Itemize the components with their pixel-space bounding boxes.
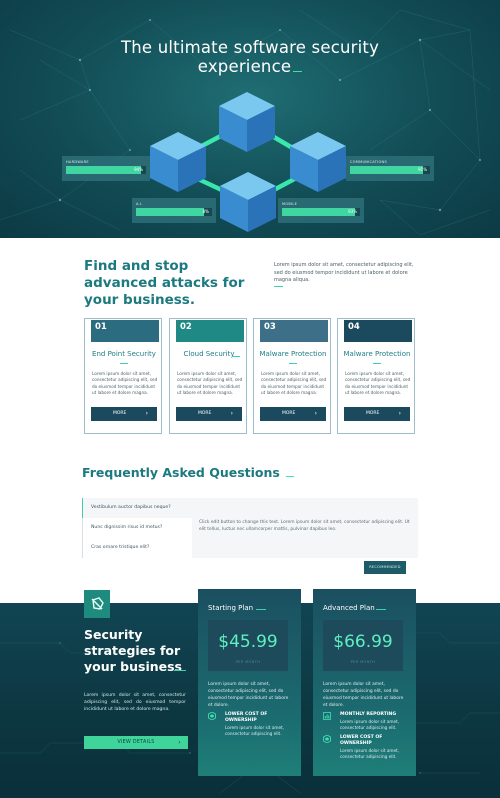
card-text: Lorem ipsum dolor sit amet, consectetur …: [261, 371, 327, 395]
service-card-malware-2: 04 Malware Protection Lorem ipsum dolor …: [337, 318, 415, 434]
stat-label: HARDWARE: [66, 160, 89, 164]
accent-dash: [376, 609, 386, 610]
faq-title-text: Frequently Asked Questions: [82, 465, 280, 480]
chevron-right-icon: ›: [178, 739, 181, 746]
cube-left: [150, 132, 206, 192]
card-text: Lorem ipsum dolor sit amet, consectetur …: [177, 371, 243, 395]
recommended-badge: RECOMMENDED: [364, 561, 406, 574]
plan-text: Lorem ipsum dolor sit amet, consectetur …: [208, 682, 289, 708]
hero-section: The ultimate software security experienc…: [0, 0, 500, 238]
service-card-cloud: 02 Cloud Security Lorem ipsum dolor sit …: [169, 318, 247, 434]
card-title: Malware Protection: [343, 350, 411, 358]
accent-dash: [289, 363, 297, 364]
service-card-malware-1: 03 Malware Protection Lorem ipsum dolor …: [253, 318, 331, 434]
service-cards: 01 End Point Security Lorem ipsum dolor …: [84, 318, 418, 434]
cursor-accent-bar: [293, 70, 303, 72]
report-chart-icon: [323, 712, 331, 720]
feature-text: Lorem ipsum dolor sit amet, consectetur …: [225, 725, 285, 737]
more-button[interactable]: MORE ›: [91, 407, 157, 421]
plan-period: PER MONTH: [350, 660, 376, 664]
more-button[interactable]: MORE ›: [176, 407, 242, 421]
more-button[interactable]: MORE ›: [260, 407, 326, 421]
more-label: MORE: [282, 411, 296, 416]
accent-dash: [232, 356, 240, 357]
faq-answer: Click edit button to change this text. L…: [199, 520, 410, 532]
stat-bar: 91%: [350, 166, 430, 174]
plan-price: $45.99: [218, 632, 278, 652]
card-title: End Point Security: [92, 350, 156, 358]
hero-title: The ultimate software security experienc…: [0, 38, 500, 76]
cube-bottom: [220, 172, 276, 232]
chevron-right-icon: ›: [230, 410, 233, 417]
card-number: 04: [344, 320, 412, 342]
hero-title-line1: The ultimate software security: [120, 38, 380, 57]
hexagon-shield-icon: [323, 735, 331, 743]
stat-percent: 91%: [418, 167, 427, 172]
price-box: $66.99 PER MONTH: [323, 620, 403, 671]
chevron-right-icon: ›: [145, 410, 148, 417]
view-details-label: VIEW DETAILS: [117, 740, 155, 745]
more-label: MORE: [198, 411, 212, 416]
feature-text: Lorem ipsum dolor sit amet, consectetur …: [340, 748, 400, 760]
price-box: $45.99 PER MONTH: [208, 620, 288, 671]
service-card-endpoint: 01 End Point Security Lorem ipsum dolor …: [84, 318, 162, 434]
stat-bar-fill: [350, 166, 423, 174]
more-label: MORE: [366, 411, 380, 416]
stat-label: COMMUNICATIONS: [350, 160, 387, 164]
plan-title: Advanced Plan: [323, 604, 375, 612]
chevron-right-icon: ›: [314, 410, 317, 417]
feature-title: LOWER COST OF OWNERSHIP: [340, 735, 383, 746]
more-label: MORE: [113, 411, 127, 416]
accent-dash: [373, 363, 381, 364]
accent-dash: [256, 609, 266, 610]
accent-dash: [120, 363, 128, 364]
security-title: Security strategies for your business: [84, 627, 182, 674]
shield-badge: [84, 590, 110, 618]
faq-question-2[interactable]: Nunc dignissim risus id metus?: [82, 518, 192, 538]
more-button[interactable]: MORE ›: [344, 407, 410, 421]
card-text: Lorem ipsum dolor sit amet, consectetur …: [345, 371, 411, 395]
card-text: Lorem ipsum dolor sit amet, consectetur …: [92, 371, 158, 395]
faq-question-3[interactable]: Cras ornare tristique elit?: [82, 538, 192, 558]
stat-bar-fill: [66, 166, 142, 174]
plan-title: Starting Plan: [208, 604, 254, 612]
stat-bar: 94%: [66, 166, 146, 174]
faq-question-1[interactable]: Vestibulum auctor dapibus neque?: [82, 498, 192, 518]
chevron-right-icon: ›: [398, 410, 401, 417]
plan-price: $66.99: [333, 632, 393, 652]
plan-text: Lorem ipsum dolor sit amet, consectetur …: [323, 682, 404, 708]
plan-period: PER MONTH: [235, 660, 261, 664]
view-details-button[interactable]: VIEW DETAILS ›: [84, 736, 188, 749]
cube-top: [219, 92, 275, 152]
card-number: 02: [176, 320, 244, 342]
find-attacks-text: Lorem ipsum dolor sit amet, consectetur …: [274, 262, 414, 283]
faq-title: Frequently Asked Questions: [82, 465, 295, 480]
hexagon-shield-icon: [208, 712, 216, 720]
security-text: Lorem ipsum dolor sit amet, consectetur …: [84, 693, 186, 712]
card-number: 03: [260, 320, 328, 342]
find-attacks-title: Find and stop advanced attacks for your …: [84, 258, 245, 308]
stat-panel-hardware: HARDWARE 94%: [62, 156, 150, 181]
hero-title-line2: experience: [197, 57, 292, 76]
pricing-card-advanced: Advanced Plan $66.99 PER MONTH Lorem ips…: [313, 589, 416, 776]
shield-check-icon: [91, 597, 104, 610]
cubes-illustration: [150, 92, 346, 232]
feature-text: Lorem ipsum dolor sit amet, consectetur …: [340, 719, 400, 731]
feature-title: MONTHLY REPORTING: [340, 712, 397, 717]
card-number: 01: [91, 320, 159, 342]
card-title: Malware Protection: [259, 350, 327, 358]
accent-dash: [274, 286, 283, 287]
faq-accordion: Vestibulum auctor dapibus neque? Nunc di…: [82, 498, 418, 558]
accent-dash: [174, 670, 186, 671]
cube-right: [290, 132, 346, 192]
pricing-card-starting: Starting Plan $45.99 PER MONTH Lorem ips…: [198, 589, 301, 776]
cursor-accent-bar: [286, 475, 295, 477]
feature-title: LOWER COST OF OWNERSHIP: [225, 712, 268, 723]
